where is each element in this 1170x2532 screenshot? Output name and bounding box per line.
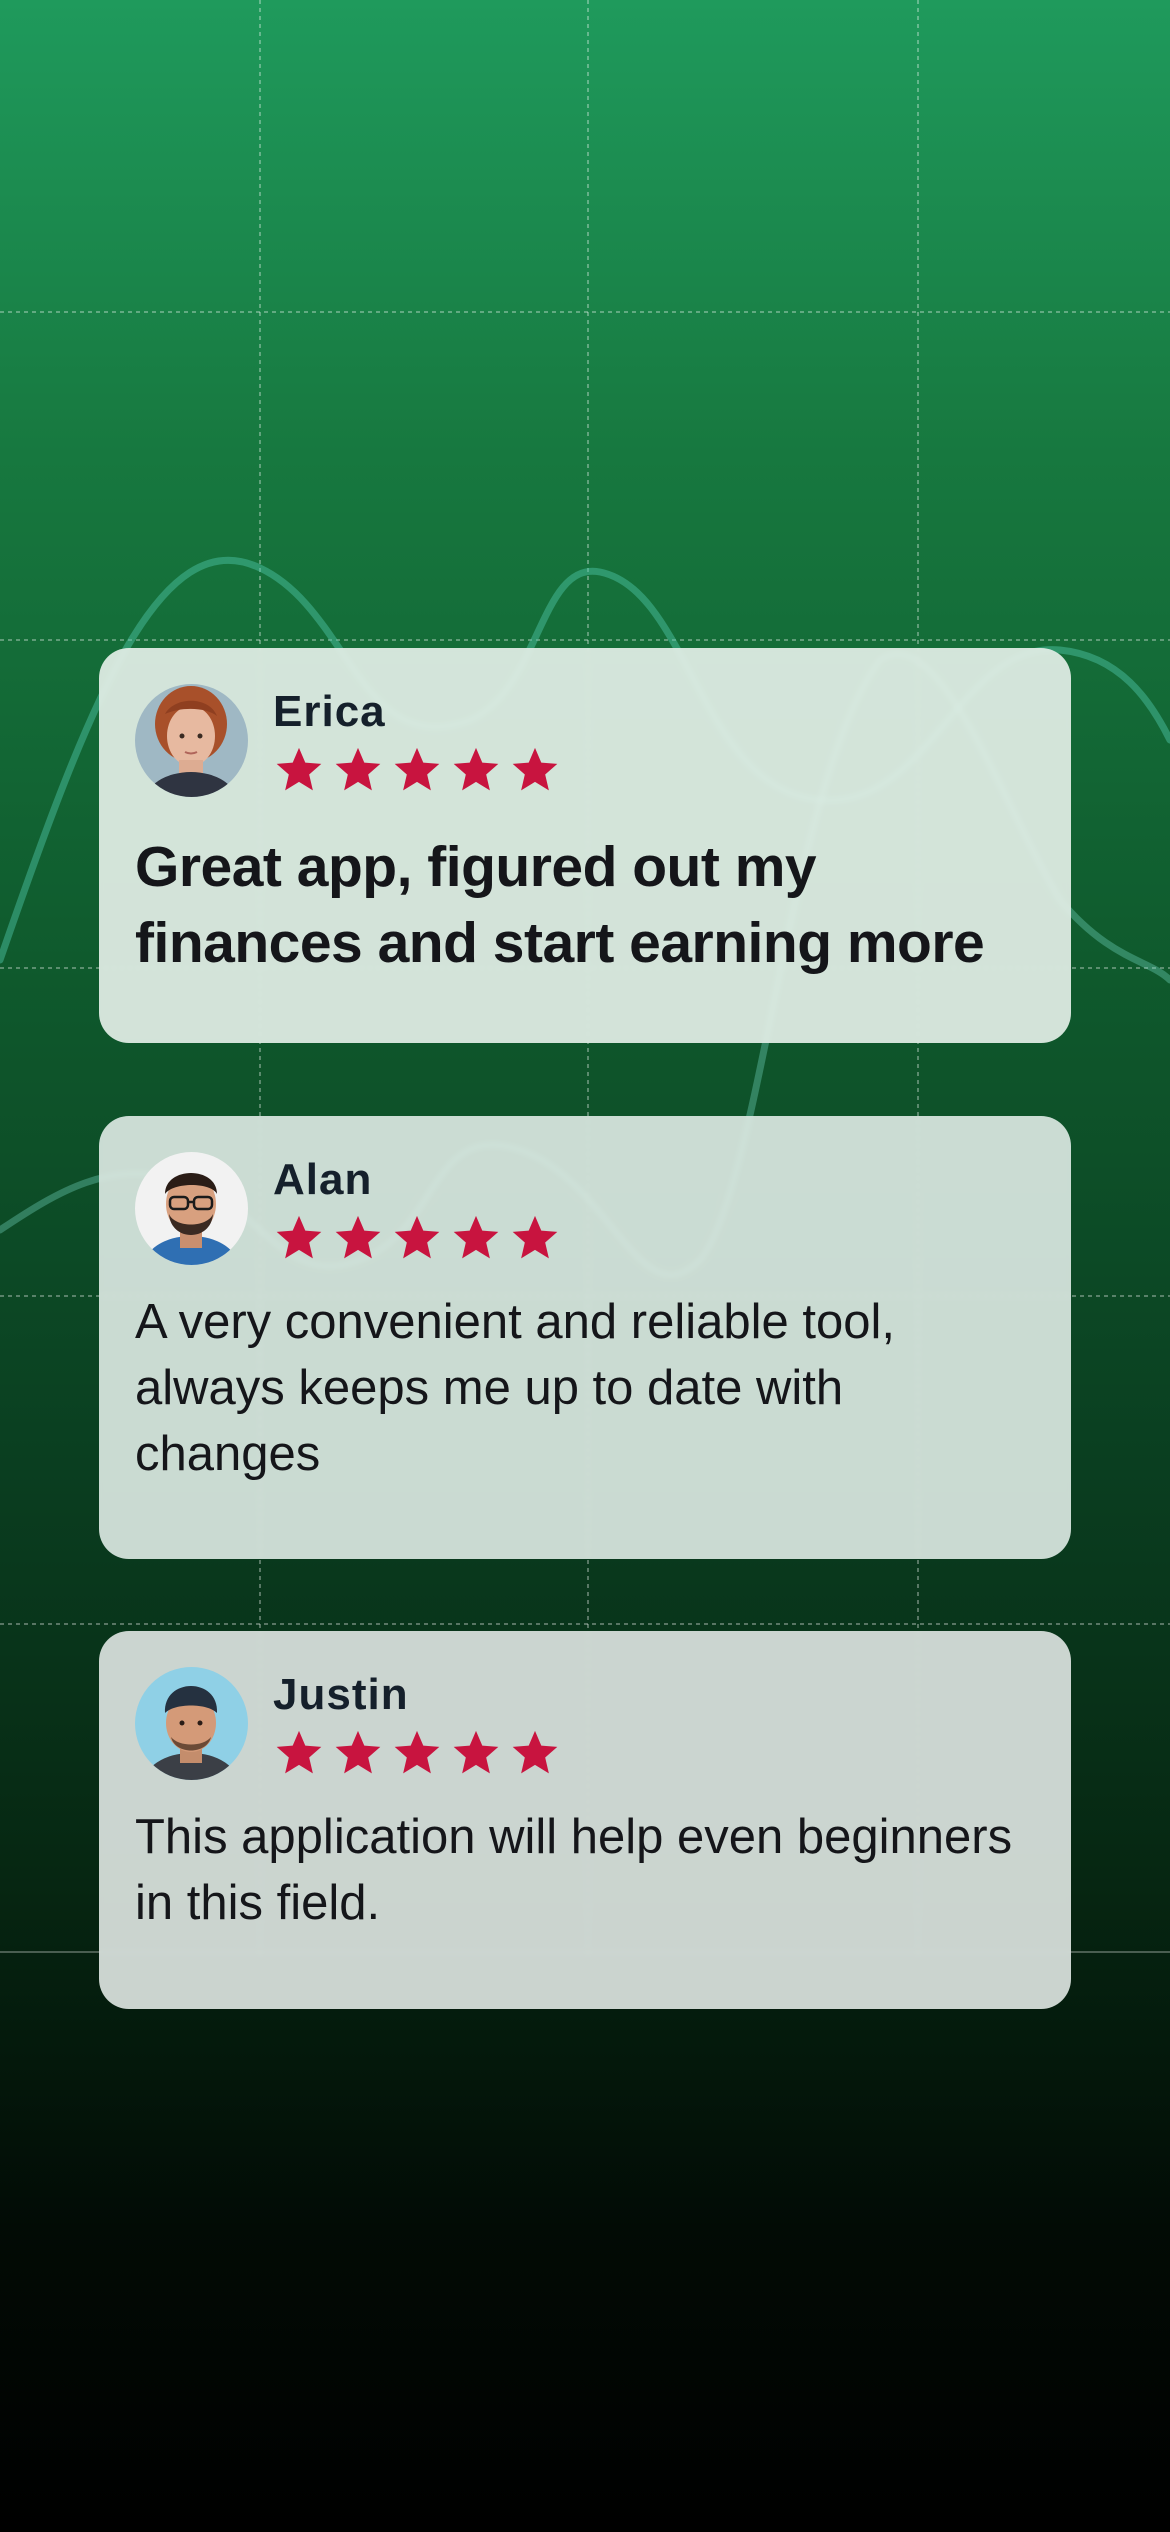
review-card: Justin This application will help even b…: [99, 1631, 1071, 2009]
man-glasses-portrait-avatar: [135, 1152, 248, 1265]
star-icon: [394, 1730, 440, 1774]
review-text: Great app, figured out my finances and s…: [135, 835, 985, 975]
star-icon: [512, 747, 558, 791]
rating-stars: [271, 1727, 566, 1779]
star-icon: [335, 1215, 381, 1259]
star-icon: [453, 747, 499, 791]
review-card-header: Alan: [135, 1152, 1035, 1265]
review-card-header: Erica: [135, 684, 1035, 797]
man-beanie-portrait-avatar: [135, 1667, 248, 1780]
reviewer-info: Alan: [273, 1152, 566, 1264]
review-text: This application will help even beginner…: [135, 1810, 1013, 1930]
review-card-header: Justin: [135, 1667, 1035, 1780]
woman-portrait-avatar: [135, 684, 248, 797]
review-card: Erica Great app, figured out my finances…: [99, 648, 1071, 1043]
reviewer-name: Erica: [273, 687, 386, 736]
star-icon: [512, 1730, 558, 1774]
review-card: Alan A very convenient and reliable tool…: [99, 1116, 1071, 1559]
reviewer-name: Alan: [273, 1155, 373, 1204]
star-icon: [335, 747, 381, 791]
star-icon: [335, 1730, 381, 1774]
star-icon: [394, 747, 440, 791]
reviewer-name: Justin: [273, 1670, 409, 1719]
star-icon: [512, 1215, 558, 1259]
star-icon: [394, 1215, 440, 1259]
rating-stars: [271, 744, 566, 796]
star-icon: [276, 1215, 322, 1259]
reviewer-info: Justin: [273, 1667, 566, 1779]
star-icon: [276, 747, 322, 791]
review-text: A very convenient and reliable tool, alw…: [135, 1295, 895, 1481]
star-icon: [276, 1730, 322, 1774]
star-icon: [453, 1730, 499, 1774]
rating-stars: [271, 1212, 566, 1264]
reviewer-info: Erica: [273, 684, 566, 796]
star-icon: [453, 1215, 499, 1259]
